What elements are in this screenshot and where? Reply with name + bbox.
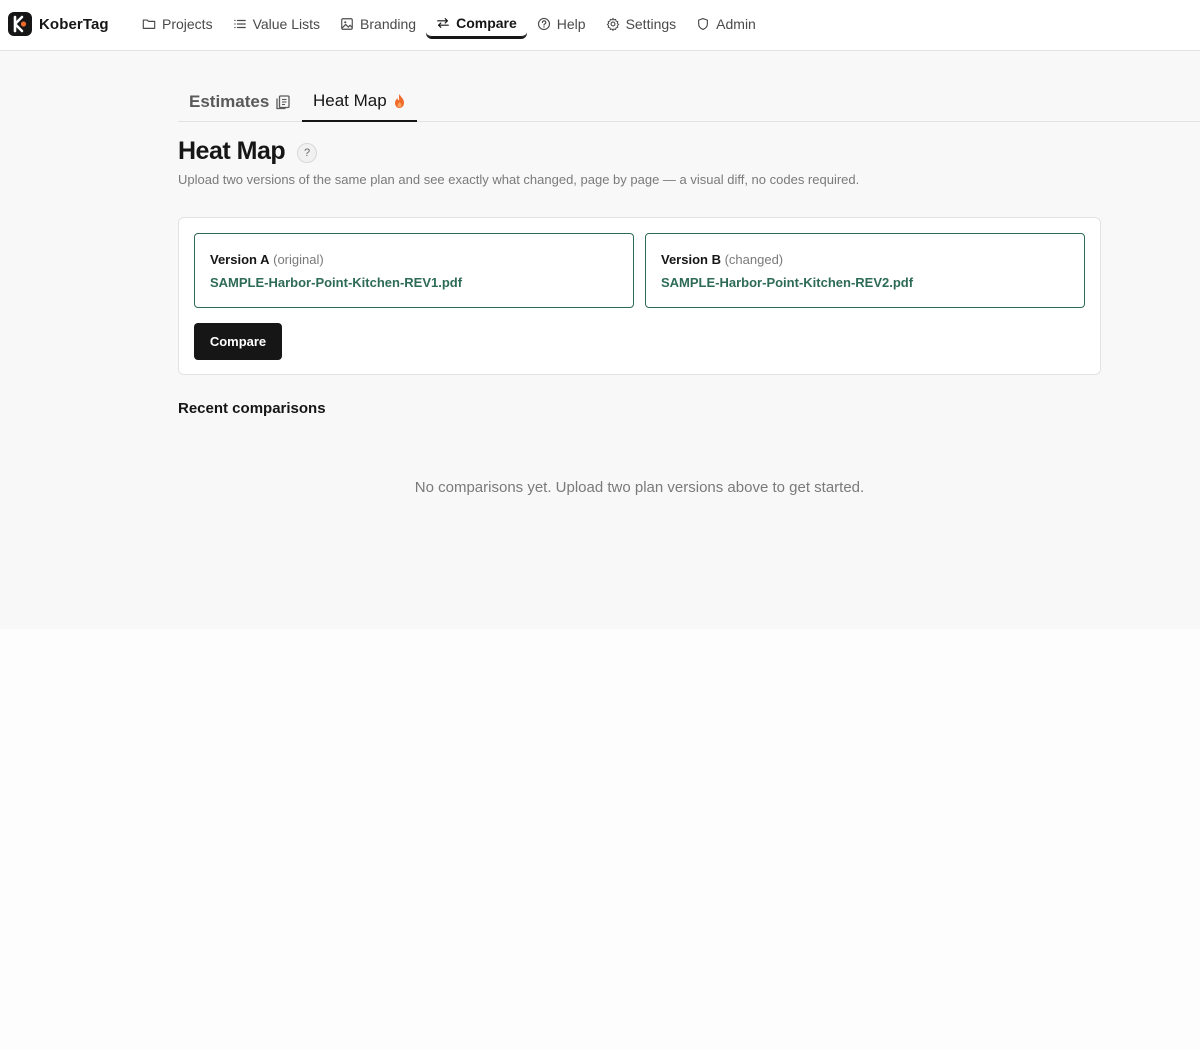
- recent-comparisons-heading: Recent comparisons: [178, 400, 326, 417]
- tab-heat-map[interactable]: Heat Map: [302, 81, 417, 122]
- main-content: Estimates Heat Map Heat Map ? Upload two…: [0, 51, 1200, 629]
- nav-label: Value Lists: [252, 16, 321, 32]
- version-a-filename: SAMPLE-Harbor-Point-Kitchen-REV1.pdf: [210, 275, 463, 290]
- tab-label: Estimates: [189, 91, 270, 111]
- swap-icon: [437, 18, 449, 28]
- version-a-upload[interactable]: Version A (original) SAMPLE-Harbor-Point…: [194, 233, 634, 308]
- help-badge-button[interactable]: ?: [297, 143, 317, 163]
- app-name: KoberTag: [39, 15, 109, 33]
- tab-label: Heat Map: [313, 90, 387, 110]
- version-a-name: Version A: [210, 252, 270, 267]
- list-icon: [233, 19, 246, 29]
- tab-bar: Estimates Heat Map: [178, 81, 1200, 122]
- version-b-upload[interactable]: Version B (changed) SAMPLE-Harbor-Point-…: [645, 233, 1085, 308]
- nav-item-compare[interactable]: Compare: [426, 9, 527, 39]
- tab-estimates[interactable]: Estimates: [178, 81, 302, 122]
- nav-item-value-lists[interactable]: Value Lists: [223, 9, 330, 39]
- main-nav: Projects Value Lists Branding Compare He…: [132, 9, 766, 39]
- nav-label: Admin: [716, 16, 756, 32]
- version-b-label: Version B (changed): [661, 252, 783, 267]
- brand[interactable]: KoberTag: [8, 12, 109, 36]
- version-b-note: (changed): [724, 252, 784, 267]
- empty-state-message: No comparisons yet. Upload two plan vers…: [414, 479, 865, 496]
- documents-icon: [276, 94, 290, 109]
- page-title: Heat Map: [178, 137, 286, 165]
- version-b-filename: SAMPLE-Harbor-Point-Kitchen-REV2.pdf: [661, 275, 914, 290]
- kobertag-logo-icon: [8, 12, 32, 36]
- gear-icon: [606, 17, 619, 31]
- nav-label: Help: [556, 16, 586, 32]
- nav-label: Branding: [360, 16, 417, 32]
- nav-label: Projects: [162, 16, 213, 32]
- upload-card: Version A (original) SAMPLE-Harbor-Point…: [178, 217, 1101, 375]
- version-b-name: Version B: [661, 252, 721, 267]
- compare-button[interactable]: Compare: [194, 323, 282, 360]
- top-navigation-bar: KoberTag Projects Value Lists Branding C…: [0, 0, 1200, 51]
- shield-icon: [698, 18, 709, 30]
- nav-item-help[interactable]: Help: [527, 9, 596, 39]
- nav-label: Settings: [625, 16, 677, 32]
- version-a-note: (original): [273, 252, 324, 267]
- image-icon: [341, 18, 353, 30]
- help-circle-icon: [537, 17, 550, 31]
- nav-item-settings[interactable]: Settings: [596, 9, 687, 39]
- flame-icon: [394, 93, 404, 108]
- folder-icon: [142, 19, 156, 29]
- nav-item-branding[interactable]: Branding: [330, 9, 426, 39]
- page-subtitle: Upload two versions of the same plan and…: [178, 172, 860, 187]
- nav-item-projects[interactable]: Projects: [132, 9, 223, 39]
- version-a-label: Version A (original): [210, 252, 324, 267]
- nav-item-admin[interactable]: Admin: [686, 9, 766, 39]
- nav-label: Compare: [456, 15, 517, 31]
